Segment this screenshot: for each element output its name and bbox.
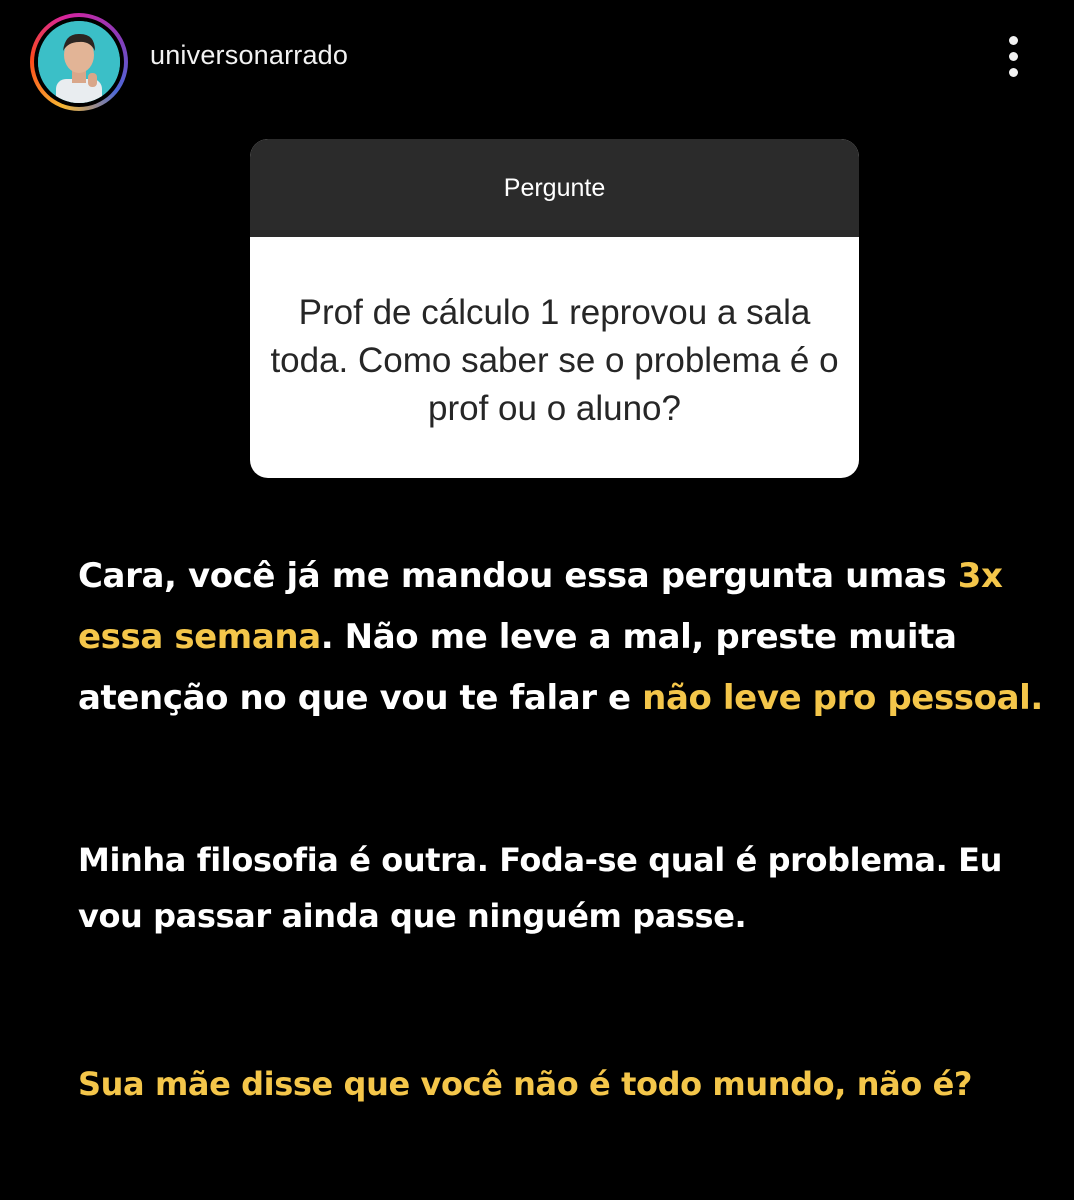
answer-paragraph-3: Sua mãe disse que você não é todo mundo,… — [78, 1065, 973, 1103]
answer-highlight: não leve pro pessoal. — [642, 678, 1043, 718]
username[interactable]: universonarrado — [150, 40, 348, 71]
avatar[interactable] — [30, 13, 128, 111]
profile-avatar-image — [38, 21, 120, 103]
question-sticker-title: Pergunte — [250, 139, 859, 237]
more-vertical-icon-dot — [1009, 52, 1018, 61]
question-sticker[interactable]: Pergunte Prof de cálculo 1 reprovou a sa… — [250, 139, 859, 478]
more-vertical-icon — [1009, 36, 1018, 45]
more-vertical-icon-dot — [1009, 68, 1018, 77]
story-view: universonarrado Pergunte Prof de cálculo… — [0, 0, 1074, 1200]
more-options-button[interactable] — [996, 32, 1032, 82]
question-text: Prof de cálculo 1 reprovou a sala toda. … — [270, 293, 839, 428]
answer-paragraph-1: Cara, você já me mandou essa pergunta um… — [78, 546, 1068, 729]
story-header: universonarrado — [0, 0, 1074, 115]
answer-text: Cara, você já me mandou essa pergunta um… — [78, 556, 958, 596]
answer-paragraph-2: Minha filosofia é outra. Foda-se qual é … — [78, 841, 1002, 935]
